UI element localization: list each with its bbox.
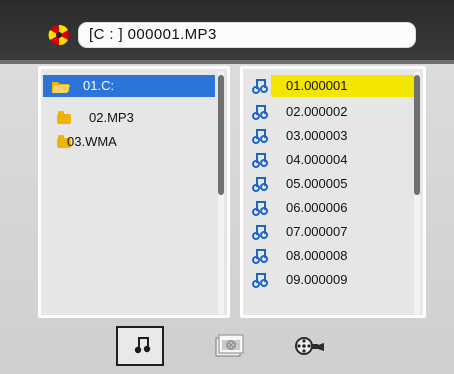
photo-tab[interactable] (206, 326, 254, 366)
music-note-icon (252, 249, 268, 264)
music-note-icon (252, 129, 268, 144)
file-label: 03.000003 (286, 128, 348, 143)
open-folder-icon (52, 82, 70, 93)
file-item[interactable]: 02.000002 (245, 101, 420, 123)
file-item[interactable]: 04.000004 (245, 149, 420, 171)
music-note-icon (252, 105, 268, 120)
folder-label: 02.MP3 (89, 110, 134, 125)
media-browser-screen: [C : ] 000001.MP3 01.C: 02.MP3 03.WMA 01… (0, 0, 454, 374)
title-bar: [C : ] 000001.MP3 (0, 0, 454, 60)
file-item[interactable]: 08.000008 (245, 245, 420, 267)
media-disc-icon (48, 24, 69, 46)
file-item[interactable]: 03.000003 (245, 125, 420, 147)
file-label: 02.000002 (286, 104, 348, 119)
file-label: 09.000009 (286, 272, 348, 287)
folder-label: 03.WMA (67, 134, 117, 149)
file-item[interactable]: 07.000007 (245, 221, 420, 243)
file-item[interactable]: 01.000001 (245, 75, 420, 97)
file-panel: 01.000001 02.000002 03.000003 04.000004 … (240, 66, 426, 318)
folder-panel: 01.C: 02.MP3 03.WMA (38, 66, 230, 318)
file-label: 05.000005 (286, 176, 348, 191)
music-note-icon (252, 201, 268, 216)
folder-scroll-thumb[interactable] (218, 75, 224, 195)
file-item[interactable]: 09.000009 (245, 269, 420, 291)
file-label: 08.000008 (286, 248, 348, 263)
file-item[interactable]: 06.000006 (245, 197, 420, 219)
video-tab[interactable] (284, 326, 332, 366)
media-tab-bar (0, 320, 454, 374)
folder-scrollbar[interactable] (218, 71, 224, 315)
music-note-icon (252, 153, 268, 168)
folder-item[interactable]: 01.C: (43, 75, 215, 97)
folder-label: 01.C: (83, 78, 115, 93)
file-scroll-thumb[interactable] (414, 75, 420, 195)
film-camera-icon (295, 337, 324, 355)
file-label: 06.000006 (286, 200, 348, 215)
current-path-text: [C : ] 000001.MP3 (89, 26, 217, 43)
file-label: 01.000001 (286, 78, 348, 93)
music-tab[interactable] (116, 326, 164, 366)
photo-stack-icon (215, 334, 244, 357)
folder-icon (57, 111, 71, 124)
current-path-field: [C : ] 000001.MP3 (78, 22, 416, 48)
music-note-icon (252, 177, 268, 192)
file-item[interactable]: 05.000005 (245, 173, 420, 195)
music-note-icon (252, 273, 268, 288)
music-note-icon (134, 337, 151, 354)
folder-item[interactable]: 03.WMA (43, 131, 215, 153)
folder-item[interactable]: 02.MP3 (43, 107, 215, 129)
file-label: 07.000007 (286, 224, 348, 239)
file-scrollbar[interactable] (414, 71, 420, 315)
file-label: 04.000004 (286, 152, 348, 167)
header-divider (0, 60, 454, 64)
music-note-icon (252, 225, 268, 240)
music-note-icon (252, 79, 268, 94)
